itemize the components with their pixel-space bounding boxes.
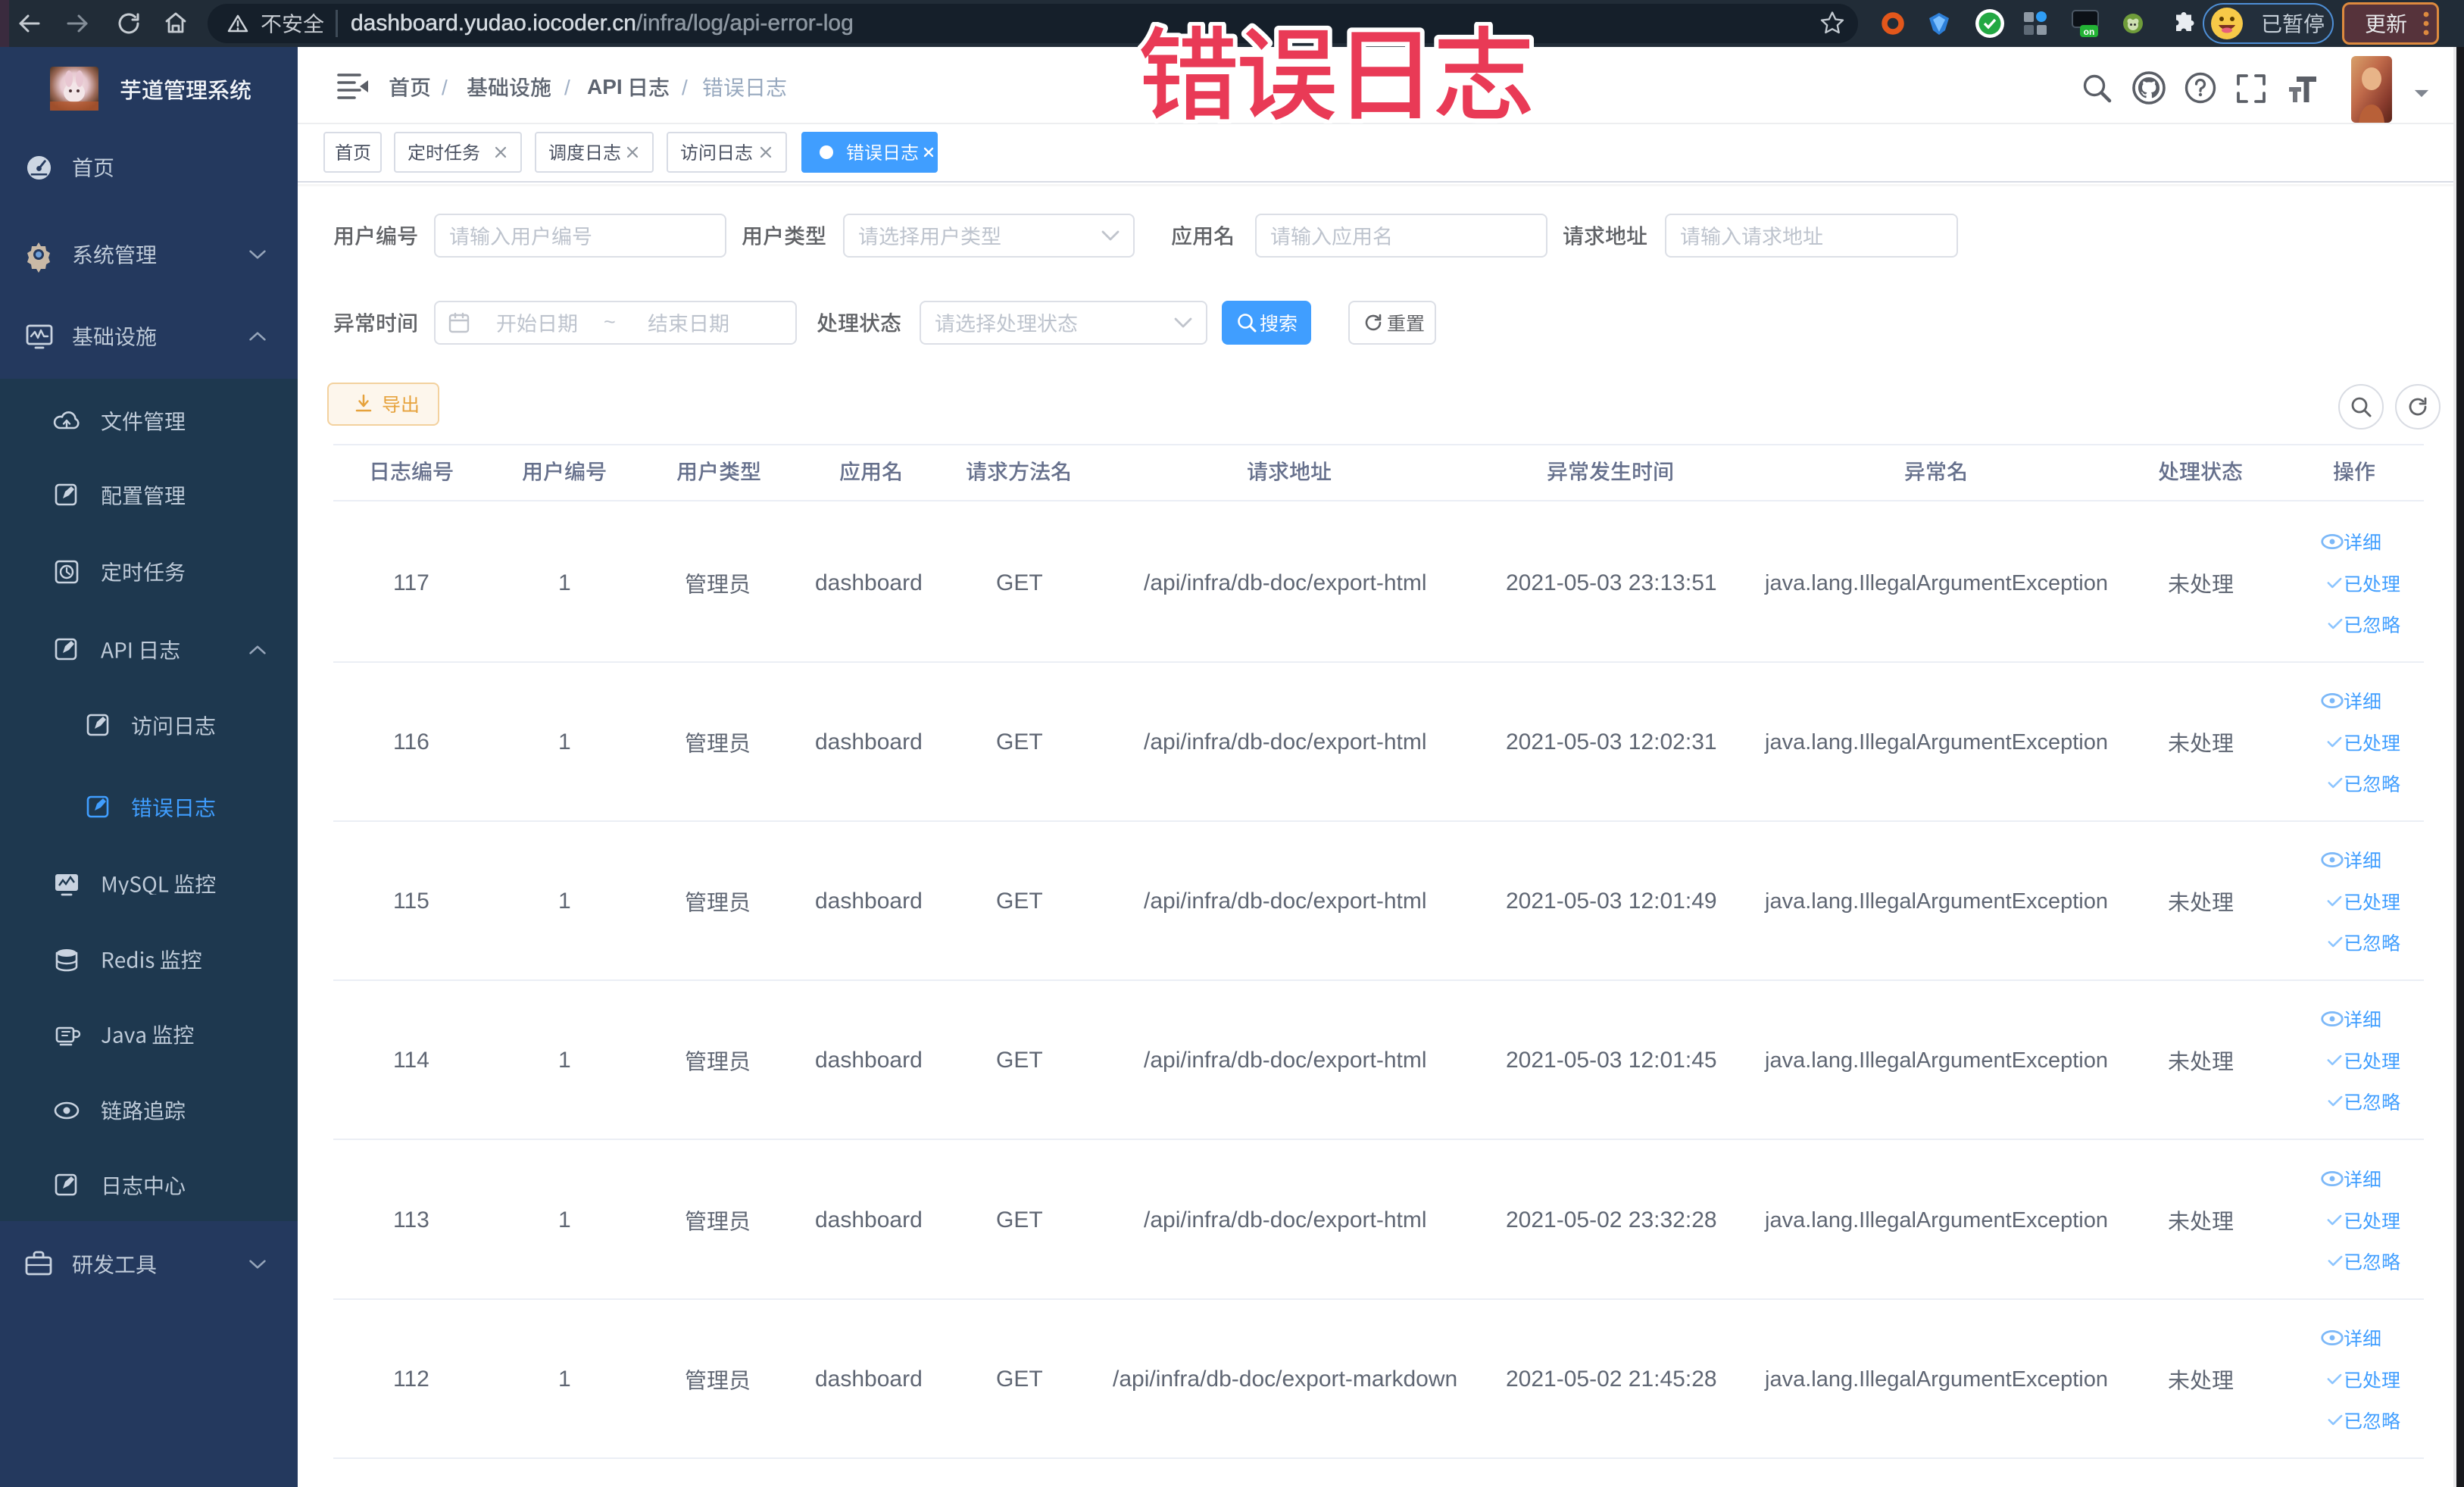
svg-text:on: on — [2084, 27, 2095, 37]
